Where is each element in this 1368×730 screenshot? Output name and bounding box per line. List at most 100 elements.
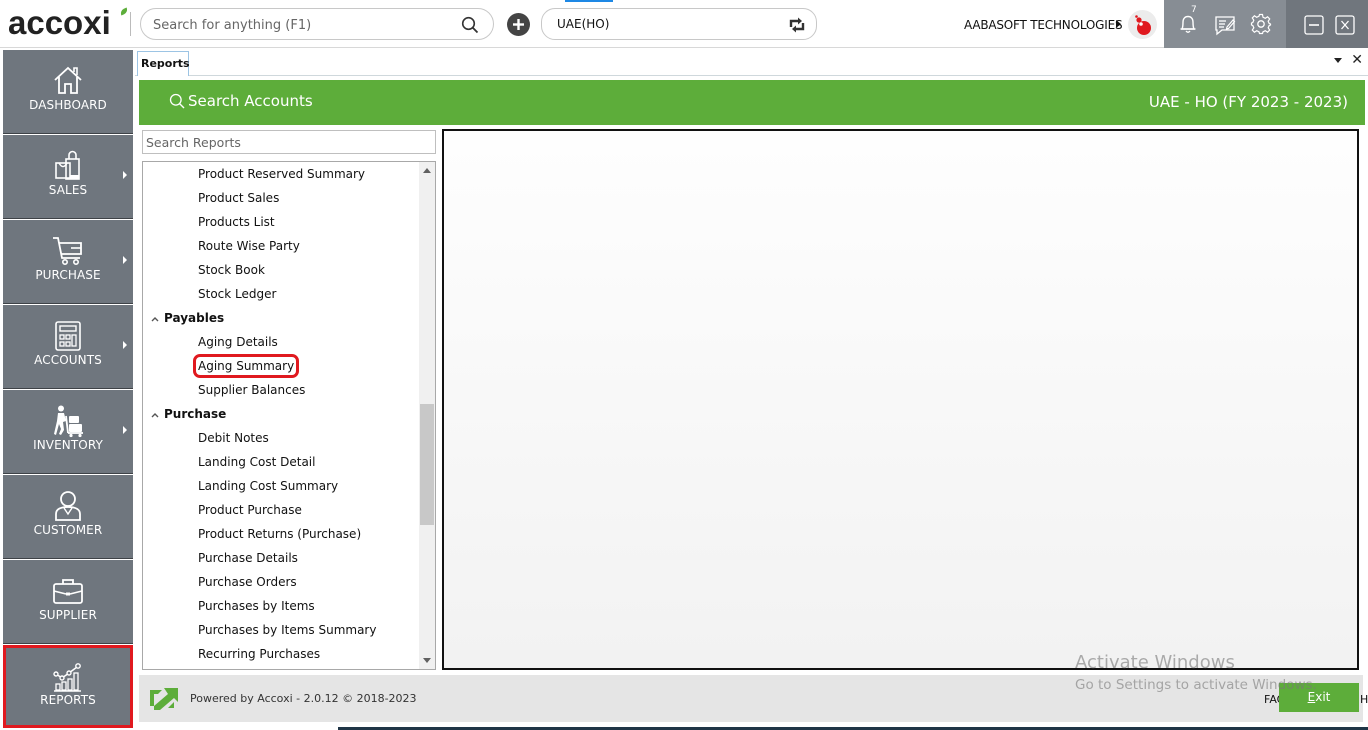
tree-report-item[interactable]: Landing Cost Summary (143, 474, 419, 498)
tree-group-row[interactable]: Purchase (143, 402, 419, 426)
collapse-chevron-icon[interactable] (151, 316, 159, 322)
tree-report-item[interactable]: Aging Details (143, 330, 419, 354)
tree-item-label: Product Reserved Summary (198, 167, 366, 181)
tree-item-label: Route Wise Party (198, 239, 300, 253)
global-search-box (140, 8, 494, 40)
person-icon (55, 491, 81, 521)
tree-item-label: Aging Details (198, 335, 278, 349)
content-area: Reports ✕ Search Accounts UAE - HO (FY 2… (135, 48, 1368, 730)
tree-item-label: Products List (198, 215, 275, 229)
tree-report-item[interactable]: Recurring Purchases (143, 642, 419, 666)
add-button[interactable] (507, 13, 530, 36)
branch-label: UAE(HO) (557, 17, 610, 31)
bell-icon[interactable] (1176, 12, 1200, 36)
calculator-icon (55, 321, 81, 351)
plus-icon (513, 19, 524, 30)
tree-item-label: Purchase (164, 407, 227, 421)
tree-item-label: Stock Book (198, 263, 265, 277)
tree-group-row[interactable]: Payables (143, 306, 419, 330)
help-link[interactable]: Help (1360, 693, 1368, 706)
feedback-icon[interactable] (1213, 13, 1237, 37)
sidebar-item-customer[interactable]: CUSTOMER (3, 475, 133, 559)
notification-count: 7 (1191, 5, 1197, 15)
branch-selector[interactable]: UAE(HO) (541, 8, 817, 40)
company-caret-icon[interactable] (1116, 20, 1121, 28)
tree-report-item[interactable]: Product Sales (143, 186, 419, 210)
tree-scrollbar[interactable] (419, 162, 435, 669)
tree-item-label: Stock Ledger (198, 287, 277, 301)
global-search-input[interactable] (153, 14, 453, 36)
sidebar-item-inventory[interactable]: INVENTORY (3, 390, 133, 474)
accoxi-footer-logo-icon (150, 688, 178, 710)
sidebar-label: SALES (48, 183, 88, 197)
company-name[interactable]: AABASOFT TECHNOLOGIES (964, 18, 1123, 32)
search-reports-input[interactable] (143, 131, 435, 153)
report-tree: Product Reserved Summary Product Sales Pro… (142, 161, 436, 670)
close-app-icon[interactable] (1333, 13, 1357, 37)
tree-report-item[interactable]: Stock Ledger (143, 282, 419, 306)
sidebar-label: DASHBOARD (29, 98, 107, 112)
search-accounts-label: Search Accounts (188, 92, 313, 110)
tab-strip: Reports ✕ (135, 48, 1368, 76)
tab-close-icon[interactable]: ✕ (1351, 52, 1363, 68)
tree-report-item[interactable]: Landing Cost Detail (143, 450, 419, 474)
briefcase-icon (53, 579, 83, 604)
submenu-caret-icon (123, 171, 127, 179)
tree-report-item[interactable]: Purchases by Items (143, 594, 419, 618)
sidebar-item-reports[interactable]: REPORTS (3, 645, 133, 728)
tree-report-item[interactable]: Purchase Details (143, 546, 419, 570)
tree-item-label: Payables (164, 311, 225, 325)
accoxi-logo: accoxi (8, 6, 129, 40)
tree-report-item[interactable]: Stock Book (143, 258, 419, 282)
exit-label: xit (1315, 690, 1331, 704)
app-window: accoxi UAE(HO) AAB (0, 0, 1368, 730)
top-bar: accoxi UAE(HO) AAB (0, 0, 1368, 48)
tree-report-item[interactable]: Product Returns (Purchase) (143, 522, 419, 546)
tree-item-label: Landing Cost Detail (198, 455, 316, 469)
search-icon (169, 93, 185, 109)
tree-item-label: Product Returns (Purchase) (198, 527, 362, 541)
sidebar-item-accounts[interactable]: ACCOUNTS (3, 305, 133, 389)
tree-item-label: Product Purchase (198, 503, 302, 517)
scroll-thumb[interactable] (420, 404, 434, 525)
tree-report-item[interactable]: Products List (143, 210, 419, 234)
minimize-icon[interactable] (1302, 13, 1326, 37)
tree-item-label: Supplier Balances (198, 383, 306, 397)
scroll-up-arrow-icon[interactable] (423, 168, 431, 173)
tree-report-item[interactable]: Product Reserved Summary (143, 162, 419, 186)
cart-icon (53, 237, 82, 265)
sidebar-item-dashboard[interactable]: DASHBOARD (3, 50, 133, 134)
search-icon[interactable] (461, 16, 479, 34)
collapse-chevron-icon[interactable] (151, 412, 159, 418)
user-avatar[interactable] (1128, 10, 1157, 39)
tab-reports[interactable]: Reports (137, 51, 190, 76)
sidebar-item-sales[interactable]: SALES (3, 135, 133, 219)
scroll-down-arrow-icon[interactable] (423, 658, 431, 663)
fiscal-year-label: UAE - HO (FY 2023 - 2023) (1148, 93, 1348, 111)
sidebar-label: INVENTORY (33, 438, 103, 452)
tree-report-item[interactable]: Purchase Orders (143, 570, 419, 594)
sidebar-label: PURCHASE (35, 268, 101, 282)
search-accounts-button[interactable]: Search Accounts (169, 92, 313, 110)
tree-report-item[interactable]: Supplier Balances (143, 378, 419, 402)
tree-report-item[interactable]: Debit Notes (143, 426, 419, 450)
sidebar-item-purchase[interactable]: PURCHASE (3, 220, 133, 304)
tree-report-item[interactable]: Purchases by Items Summary (143, 618, 419, 642)
search-reports-box (142, 130, 436, 154)
sidebar-item-supplier[interactable]: SUPPLIER (3, 560, 133, 644)
tab-dropdown-icon[interactable] (1334, 58, 1342, 63)
tree-report-item[interactable]: Route Wise Party (143, 234, 419, 258)
tree-report-item[interactable]: Product Purchase (143, 498, 419, 522)
logo-leaf-icon (119, 7, 129, 16)
switch-branch-icon[interactable] (787, 15, 807, 35)
exit-button[interactable]: Exit (1279, 683, 1359, 712)
tree-report-item[interactable]: Aging Summary (143, 354, 419, 378)
tree-item-label: Purchases by Items Summary (198, 623, 377, 637)
tree-item-label: Landing Cost Summary (198, 479, 339, 493)
active-tab-indicator (565, 0, 613, 2)
chart-icon (53, 663, 81, 692)
tree-item-label: Purchase Orders (198, 575, 297, 589)
reports-header-bar: Search Accounts UAE - HO (FY 2023 - 2023… (139, 80, 1365, 125)
gear-icon[interactable] (1249, 12, 1273, 36)
submenu-caret-icon (123, 426, 127, 434)
